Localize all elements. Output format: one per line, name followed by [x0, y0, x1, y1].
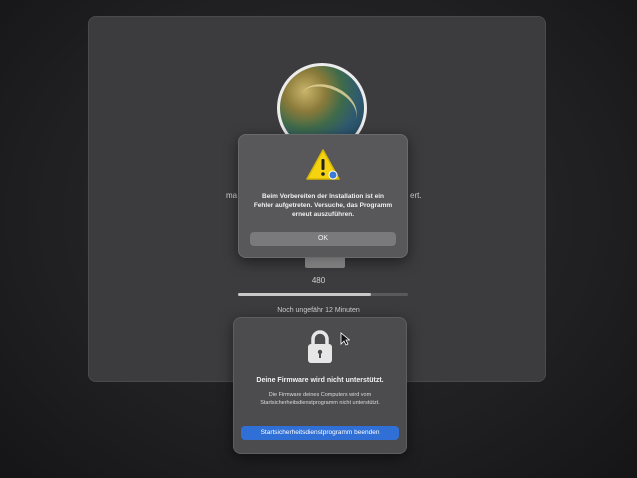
mouse-cursor-icon: [340, 332, 350, 346]
firmware-description: Die Firmware deines Computers wird vom S…: [260, 392, 380, 406]
quit-startup-security-utility-button[interactable]: Startsicherheitsdienstprogramm beenden: [241, 426, 399, 440]
warning-icon: [306, 149, 340, 180]
firmware-dialog: Deine Firmware wird nicht unterstützt. D…: [233, 317, 407, 454]
disk-label: 480: [311, 276, 326, 285]
lock-icon: [308, 330, 332, 363]
ok-button[interactable]: OK: [250, 232, 396, 246]
firmware-title: Deine Firmware wird nicht unterstützt.: [256, 377, 384, 384]
installer-text-left: ma: [226, 191, 238, 200]
installer-text-right: ert.: [410, 191, 422, 200]
screen: ma ert. 480 Noch ungefähr 12 Minuten Bei…: [0, 0, 637, 478]
progress-fill: [238, 293, 371, 296]
error-message: Beim Vorbereiten der Installation ist ei…: [253, 193, 393, 218]
error-alert-dialog: Beim Vorbereiten der Installation ist ei…: [238, 134, 408, 258]
progress-bar: [238, 293, 408, 296]
badge-road: [291, 75, 364, 140]
progress-text: Noch ungefähr 12 Minuten: [277, 307, 360, 314]
